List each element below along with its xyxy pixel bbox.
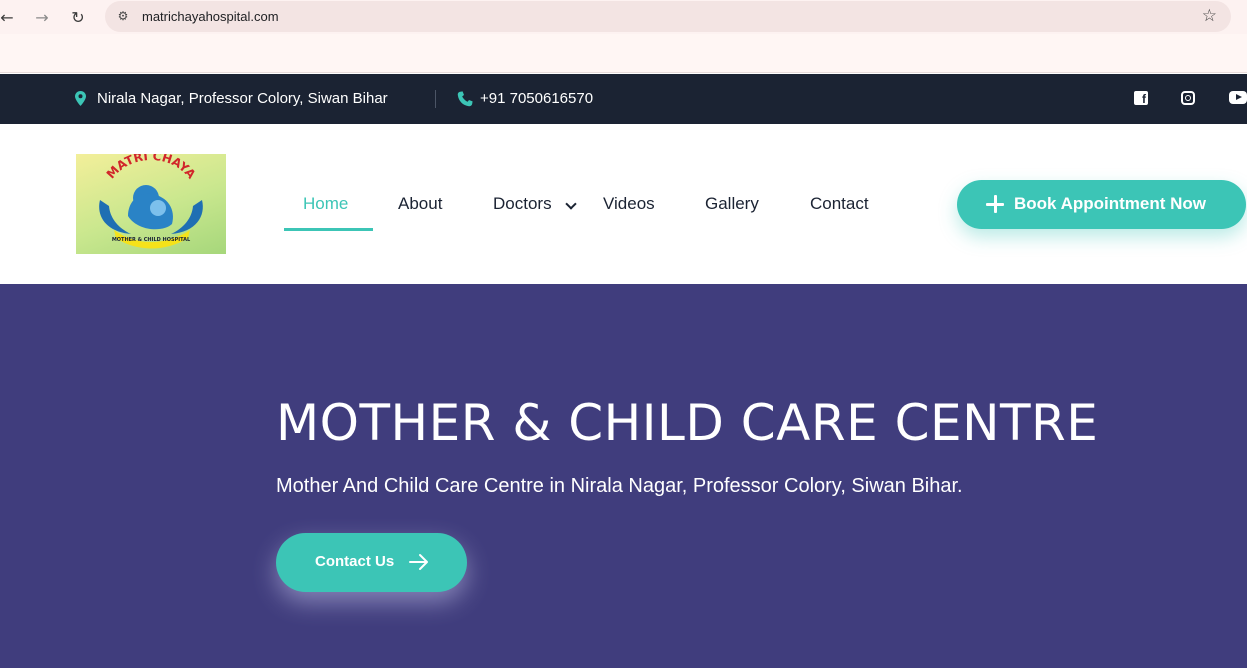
svg-text:MATRI CHAYA: MATRI CHAYA (104, 154, 199, 182)
location-pin-icon (75, 91, 86, 106)
nav-doctors[interactable]: Doctors (493, 194, 552, 214)
facebook-icon[interactable]: f (1134, 91, 1148, 106)
site-header: MATRI CHAYA MOTHER & CHILD HOSPITAL Home… (0, 124, 1247, 284)
topbar-divider (435, 90, 436, 108)
reload-icon[interactable]: ↻ (67, 6, 89, 28)
topbar-phone[interactable]: +91 7050616570 (480, 90, 593, 107)
hero-subtitle: Mother And Child Care Centre in Nirala N… (276, 475, 963, 497)
chevron-down-icon[interactable] (565, 198, 577, 210)
contact-us-button[interactable]: Contact Us (276, 533, 467, 592)
nav-home[interactable]: Home (303, 194, 348, 214)
youtube-icon[interactable] (1229, 91, 1247, 104)
topbar-address: Nirala Nagar, Professor Colory, Siwan Bi… (97, 90, 388, 107)
nav-active-underline (284, 228, 373, 231)
forward-arrow-icon[interactable]: → (31, 6, 53, 28)
contact-us-label: Contact Us (315, 553, 395, 570)
site-info-icon[interactable]: ⚙ (115, 8, 131, 24)
hero-title: MOTHER & CHILD CARE CENTRE (276, 394, 1099, 452)
plus-icon (985, 194, 1005, 214)
matri-chaya-logo[interactable]: MATRI CHAYA MOTHER & CHILD HOSPITAL (76, 154, 226, 254)
url-text[interactable]: matrichayahospital.com (142, 9, 279, 24)
nav-about[interactable]: About (398, 194, 442, 214)
back-arrow-icon[interactable]: ← (0, 6, 18, 28)
book-appointment-label: Book Appointment Now (1014, 194, 1207, 213)
logo-subtext: MOTHER & CHILD HOSPITAL (112, 237, 191, 243)
bookmarks-bar: ▦ (0, 34, 1247, 95)
book-appointment-button[interactable]: Book Appointment Now (957, 180, 1246, 229)
star-icon[interactable]: ☆ (1202, 6, 1217, 26)
nav-videos[interactable]: Videos (603, 194, 655, 214)
phone-icon (457, 91, 473, 107)
arrow-right-icon (409, 554, 428, 570)
nav-gallery[interactable]: Gallery (705, 194, 759, 214)
nav-contact[interactable]: Contact (810, 194, 869, 214)
logo-graphic: MATRI CHAYA MOTHER & CHILD HOSPITAL (99, 154, 203, 249)
browser-toolbar: ← → ↻ ⚙ matrichayahospital.com ☆ (0, 0, 1247, 34)
instagram-icon[interactable] (1181, 91, 1195, 105)
address-bar[interactable]: ⚙ matrichayahospital.com ☆ (105, 1, 1231, 32)
top-info-bar: Nirala Nagar, Professor Colory, Siwan Bi… (0, 74, 1247, 124)
hero-section: MOTHER & CHILD CARE CENTRE Mother And Ch… (0, 284, 1247, 668)
